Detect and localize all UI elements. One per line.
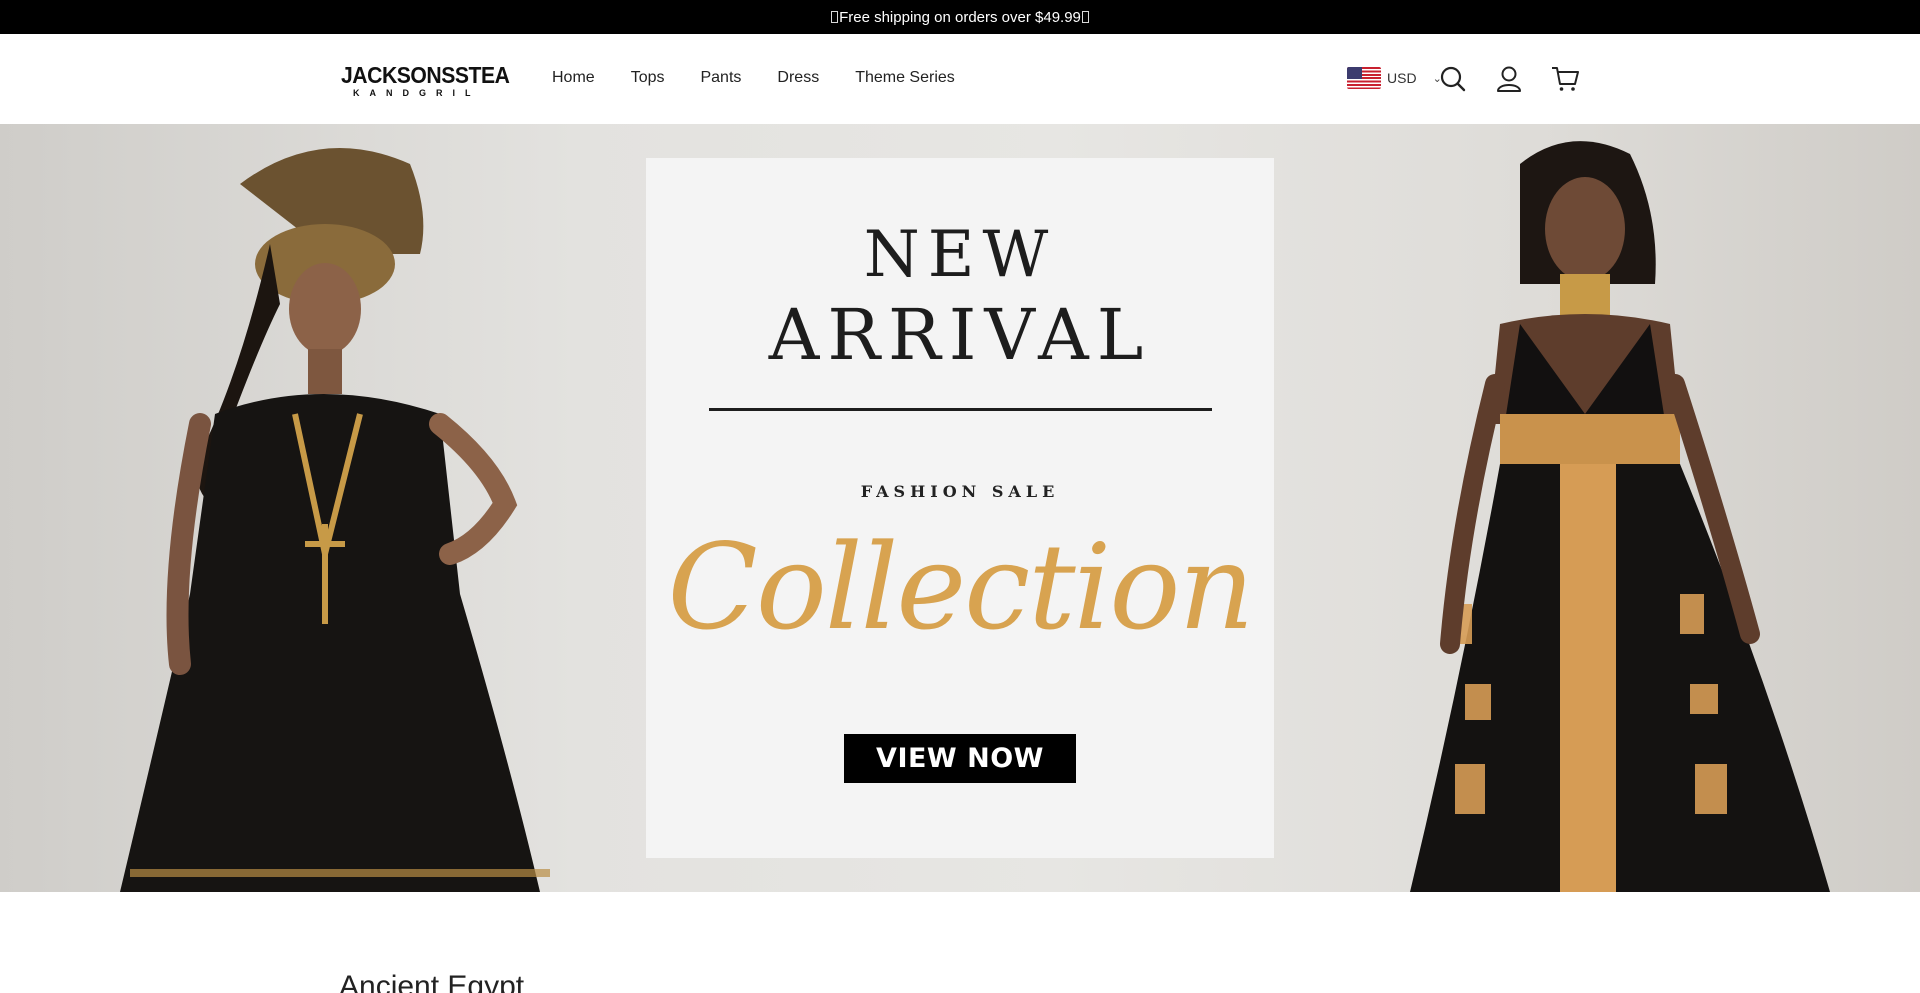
currency-selector[interactable]: USD ⌄ [1347,67,1442,89]
main-nav: Home Tops Pants Dress Theme Series [552,68,991,88]
hero-script-text: Collection [667,518,1255,656]
nav-item-tops[interactable]: Tops [631,68,665,88]
account-icon[interactable] [1494,64,1524,94]
hero-heading-arrival: ARRIVAL [768,294,1152,376]
cart-icon[interactable] [1550,64,1580,94]
us-flag-icon [1347,67,1381,89]
nav-item-pants[interactable]: Pants [700,68,741,88]
section-title: Ancient Egypt [339,970,525,993]
right-model-image [1410,141,1830,892]
logo-sub-text: KANDGRIL [353,88,481,98]
nav-item-home[interactable]: Home [552,68,595,88]
view-now-button[interactable]: VIEW NOW [844,734,1076,783]
promo-panel: NEW ARRIVAL FASHION SALE Collection VIEW… [646,158,1274,858]
glyph-box-icon [1081,11,1089,23]
site-header: JACKSONSSTEA KANDGRIL Home Tops Pants Dr… [0,34,1920,124]
logo-main-text: JACKSONSSTEA [341,62,510,88]
announcement-text: Free shipping on orders over $49.99 [839,8,1081,26]
divider-line [709,408,1212,411]
search-icon[interactable] [1438,64,1468,94]
hero-banner[interactable]: NEW ARRIVAL FASHION SALE Collection VIEW… [0,124,1920,892]
currency-code: USD [1387,70,1417,86]
glyph-box-icon [831,11,839,23]
nav-item-dress[interactable]: Dress [777,68,819,88]
left-model-image [120,148,550,892]
announcement-bar: Free shipping on orders over $49.99 [0,0,1920,34]
site-logo[interactable]: JACKSONSSTEA KANDGRIL [341,62,510,99]
hero-tagline: FASHION SALE [860,482,1060,501]
nav-item-theme-series[interactable]: Theme Series [855,68,955,88]
hero-heading-new: NEW [863,218,1057,292]
